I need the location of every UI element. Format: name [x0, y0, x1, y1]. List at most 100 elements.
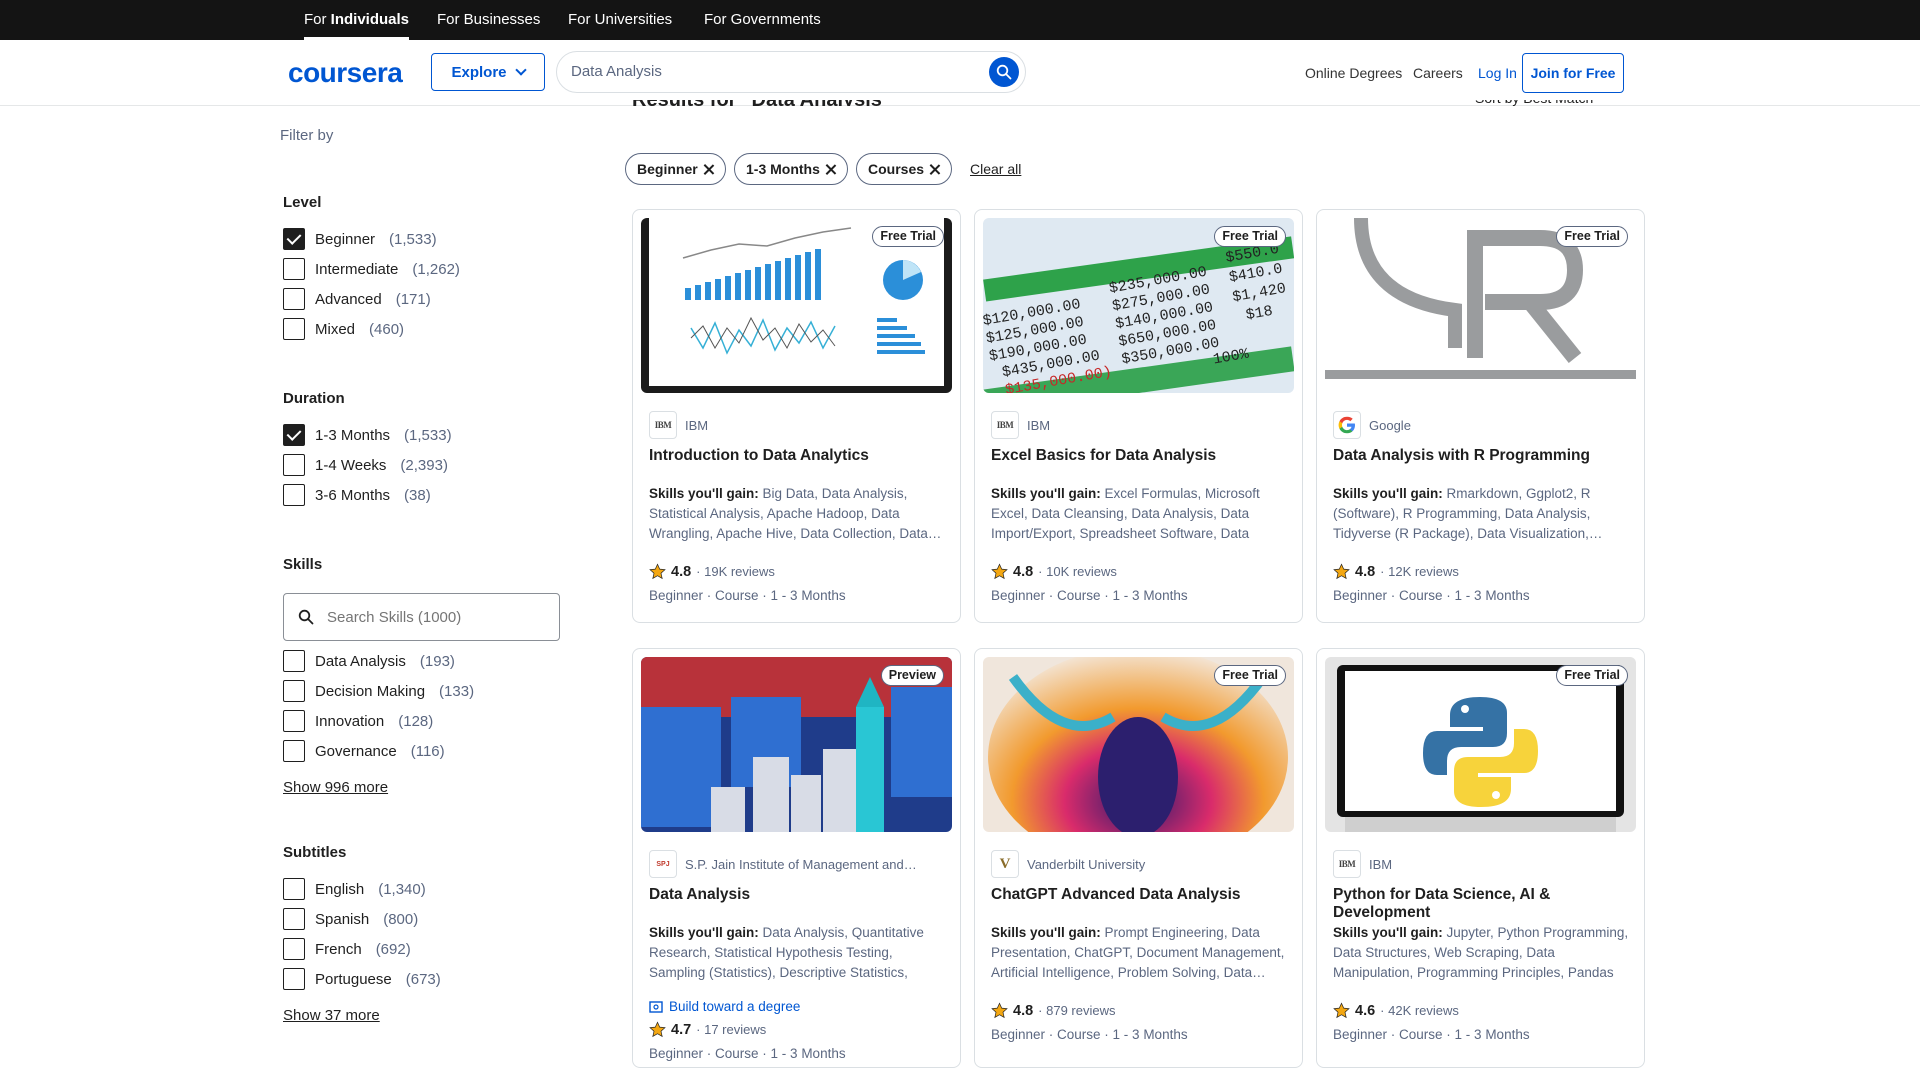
- option-count: (116): [410, 742, 445, 760]
- option-count: (692): [375, 940, 411, 958]
- rating: 4.8 · 12K reviews: [1333, 563, 1459, 580]
- option-count: (193): [419, 652, 455, 670]
- checkbox[interactable]: [283, 650, 305, 672]
- login-link[interactable]: Log In: [1478, 65, 1517, 81]
- filter-option-skills[interactable]: Data Analysis (193): [283, 649, 455, 673]
- option-label: Portuguese: [315, 970, 392, 988]
- search-button[interactable]: [989, 57, 1019, 87]
- filter-option-level[interactable]: Advanced (171): [283, 287, 431, 311]
- checkbox[interactable]: [283, 968, 305, 990]
- tab-for-individuals[interactable]: For Individuals: [304, 0, 410, 40]
- checkbox[interactable]: [283, 740, 305, 762]
- rating-value: 4.8: [1013, 563, 1034, 580]
- checkbox[interactable]: [283, 908, 305, 930]
- tab-for-universities[interactable]: For Universities: [568, 0, 672, 40]
- course-card[interactable]: Free Trial Google Data Analysis with R Pro…: [1316, 209, 1645, 623]
- filter-option-skills[interactable]: Governance (116): [283, 739, 445, 763]
- course-thumbnail: Free Trial: [1325, 218, 1636, 393]
- join-for-free-button[interactable]: Join for Free: [1522, 53, 1624, 93]
- close-icon: [930, 164, 940, 174]
- checkbox[interactable]: [283, 878, 305, 900]
- filter-option-subtitles[interactable]: Spanish (800): [283, 907, 418, 931]
- checkbox[interactable]: [283, 288, 305, 310]
- option-label: Innovation: [315, 712, 385, 730]
- filter-chip-beginner[interactable]: Beginner: [625, 153, 726, 185]
- checkbox[interactable]: [283, 680, 305, 702]
- checkbox[interactable]: [283, 938, 305, 960]
- partner-name: S.P. Jain Institute of Management and…: [685, 856, 917, 872]
- filter-option-subtitles[interactable]: Portuguese (673): [283, 967, 441, 991]
- careers-link[interactable]: Careers: [1413, 65, 1463, 81]
- course-title[interactable]: Introduction to Data Analytics: [649, 447, 949, 465]
- course-card[interactable]: Preview SPJ S.P. Jain Institute of Managem…: [632, 648, 961, 1068]
- checkbox[interactable]: [283, 228, 305, 250]
- search-input[interactable]: [571, 52, 971, 92]
- course-card[interactable]: Free Trial IBM IBM Introduction to Data Ana…: [632, 209, 961, 623]
- chip-label: Beginner: [637, 161, 698, 177]
- filter-option-skills[interactable]: Innovation (128): [283, 709, 433, 733]
- course-title[interactable]: Data Analysis: [649, 886, 949, 904]
- filter-option-subtitles[interactable]: English (1,340): [283, 877, 426, 901]
- tab-for-governments[interactable]: For Governments: [704, 0, 821, 40]
- filter-option-duration[interactable]: 1-4 Weeks (2,393): [283, 453, 448, 477]
- course-title[interactable]: Python for Data Science, AI & Developmen…: [1333, 886, 1633, 922]
- checkbox[interactable]: [283, 710, 305, 732]
- filter-option-skills[interactable]: Decision Making (133): [283, 679, 474, 703]
- filter-option-duration[interactable]: 1-3 Months (1,533): [283, 423, 452, 447]
- rating-value: 4.8: [671, 563, 692, 580]
- audience-bar: For Individuals For Businesses For Unive…: [0, 0, 1920, 40]
- checkbox[interactable]: [283, 424, 305, 446]
- filter-chip-courses[interactable]: Courses: [856, 153, 953, 185]
- level-title: Level: [283, 194, 322, 211]
- filter-option-subtitles[interactable]: French (692): [283, 937, 411, 961]
- course-thumbnail: Free Trial: [641, 218, 952, 393]
- checkbox[interactable]: [283, 454, 305, 476]
- partner: SPJ S.P. Jain Institute of Management and…: [649, 850, 917, 878]
- course-card[interactable]: Free Trial V Vanderbilt University ChatGPT …: [974, 648, 1303, 1068]
- course-thumbnail: Preview: [641, 657, 952, 832]
- show-more-subtitles-link[interactable]: Show 37 more: [283, 1007, 380, 1024]
- partner: IBM IBM: [1333, 850, 1392, 878]
- option-label: Advanced: [315, 290, 382, 308]
- option-label: Governance: [315, 742, 397, 760]
- course-meta: Beginner · Course · 1 - 3 Months: [649, 1046, 846, 1061]
- partner-name: IBM: [1369, 856, 1393, 872]
- skills-search-input[interactable]: [327, 594, 547, 640]
- online-degrees-link[interactable]: Online Degrees: [1305, 65, 1402, 81]
- partner-logo: IBM: [1333, 850, 1361, 878]
- skills-title: Skills: [283, 556, 323, 573]
- filter-option-level[interactable]: Intermediate (1,262): [283, 257, 460, 281]
- partner-name: Vanderbilt University: [1027, 856, 1146, 872]
- checkbox[interactable]: [283, 318, 305, 340]
- checkbox[interactable]: [283, 484, 305, 506]
- chip-label: 1-3 Months: [746, 161, 820, 177]
- option-count: (128): [398, 712, 434, 730]
- course-thumbnail: Free Trial: [1325, 657, 1636, 832]
- partner-name: IBM: [685, 417, 709, 433]
- partner: IBM IBM: [991, 411, 1050, 439]
- skills-text: Skills you'll gain: Data Analysis, Quant…: [649, 923, 949, 983]
- filter-chip-1-3-months[interactable]: 1-3 Months: [734, 153, 848, 185]
- course-card[interactable]: Free Trial IBM IBM Python for Data Science,…: [1316, 648, 1645, 1068]
- course-title[interactable]: Excel Basics for Data Analysis: [991, 447, 1291, 465]
- course-card[interactable]: $120,000.00 $125,000.00 $190,000.00 $435,00…: [974, 209, 1303, 623]
- rating: 4.8 · 19K reviews: [649, 563, 775, 580]
- explore-button[interactable]: Explore: [431, 53, 545, 91]
- card-badge: Free Trial: [1214, 226, 1286, 247]
- tab-for-businesses[interactable]: For Businesses: [437, 0, 540, 40]
- course-thumbnail: Free Trial: [983, 657, 1294, 832]
- filter-option-level[interactable]: Mixed (460): [283, 317, 404, 341]
- clear-all-link[interactable]: Clear all: [970, 161, 1021, 177]
- card-badge: Preview: [880, 665, 944, 686]
- show-more-skills-link[interactable]: Show 996 more: [283, 779, 388, 796]
- option-count: (171): [395, 290, 431, 308]
- chevron-down-icon: [514, 64, 527, 76]
- coursera-logo[interactable]: coursera: [288, 57, 403, 89]
- course-title[interactable]: ChatGPT Advanced Data Analysis: [991, 886, 1291, 904]
- course-title[interactable]: Data Analysis with R Programming: [1333, 447, 1633, 465]
- skills-label: Skills you'll gain:: [1333, 925, 1443, 940]
- review-count: · 12K reviews: [1380, 564, 1459, 579]
- filter-option-level[interactable]: Beginner (1,533): [283, 227, 437, 251]
- checkbox[interactable]: [283, 258, 305, 280]
- filter-option-duration[interactable]: 3-6 Months (38): [283, 483, 431, 507]
